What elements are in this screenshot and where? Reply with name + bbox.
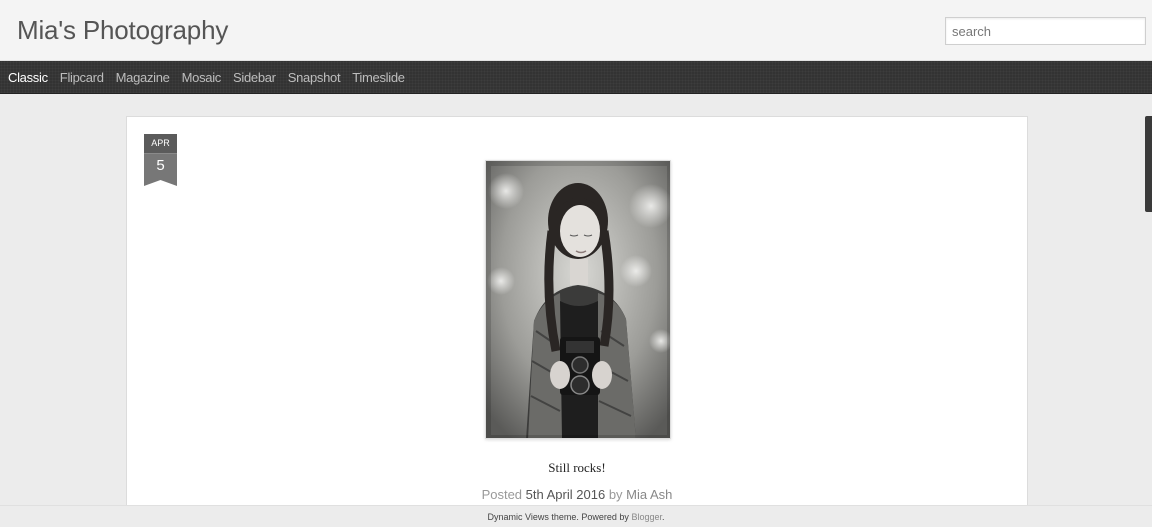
sidebar-toggle-tab[interactable] — [1145, 116, 1152, 212]
view-item-timeslide[interactable]: Timeslide — [352, 70, 405, 85]
site-footer: Dynamic Views theme. Powered by Blogger. — [0, 505, 1152, 527]
view-item-mosaic[interactable]: Mosaic — [182, 70, 222, 85]
site-header: Mia's Photography — [0, 0, 1152, 61]
post-photo[interactable] — [485, 160, 671, 439]
photo-girl-with-camera — [486, 161, 670, 438]
date-badge: APR 5 — [144, 134, 177, 186]
post-date-link[interactable]: 5th April 2016 — [526, 487, 606, 502]
posted-label: Posted — [481, 487, 523, 502]
footer-end: . — [661, 512, 665, 522]
view-switcher-bar: Classic Flipcard Magazine Mosaic Sidebar… — [0, 61, 1152, 94]
footer-blogger-link[interactable]: Blogger — [631, 512, 662, 522]
post-author-link[interactable]: Mia Ash — [626, 487, 672, 502]
search-input[interactable] — [946, 18, 1145, 44]
post-card: APR 5 Still rocks! Posted 5th April 2016… — [126, 116, 1028, 516]
blog-title[interactable]: Mia's Photography — [17, 15, 228, 46]
search-box[interactable] — [945, 17, 1146, 45]
view-item-sidebar[interactable]: Sidebar — [233, 70, 276, 85]
ribbon-tail-icon — [144, 177, 177, 186]
date-month: APR — [144, 134, 177, 153]
view-item-classic[interactable]: Classic — [8, 70, 48, 85]
view-switcher-items: Classic Flipcard Magazine Mosaic Sidebar… — [8, 70, 405, 85]
date-day: 5 — [144, 153, 177, 177]
view-item-magazine[interactable]: Magazine — [116, 70, 170, 85]
view-item-flipcard[interactable]: Flipcard — [60, 70, 104, 85]
by-label: by — [608, 487, 623, 502]
footer-text: Dynamic Views theme. Powered by — [487, 512, 629, 522]
post-caption: Still rocks! — [548, 460, 606, 475]
post-meta: Posted 5th April 2016 by Mia Ash — [127, 487, 1027, 502]
view-item-snapshot[interactable]: Snapshot — [288, 70, 341, 85]
